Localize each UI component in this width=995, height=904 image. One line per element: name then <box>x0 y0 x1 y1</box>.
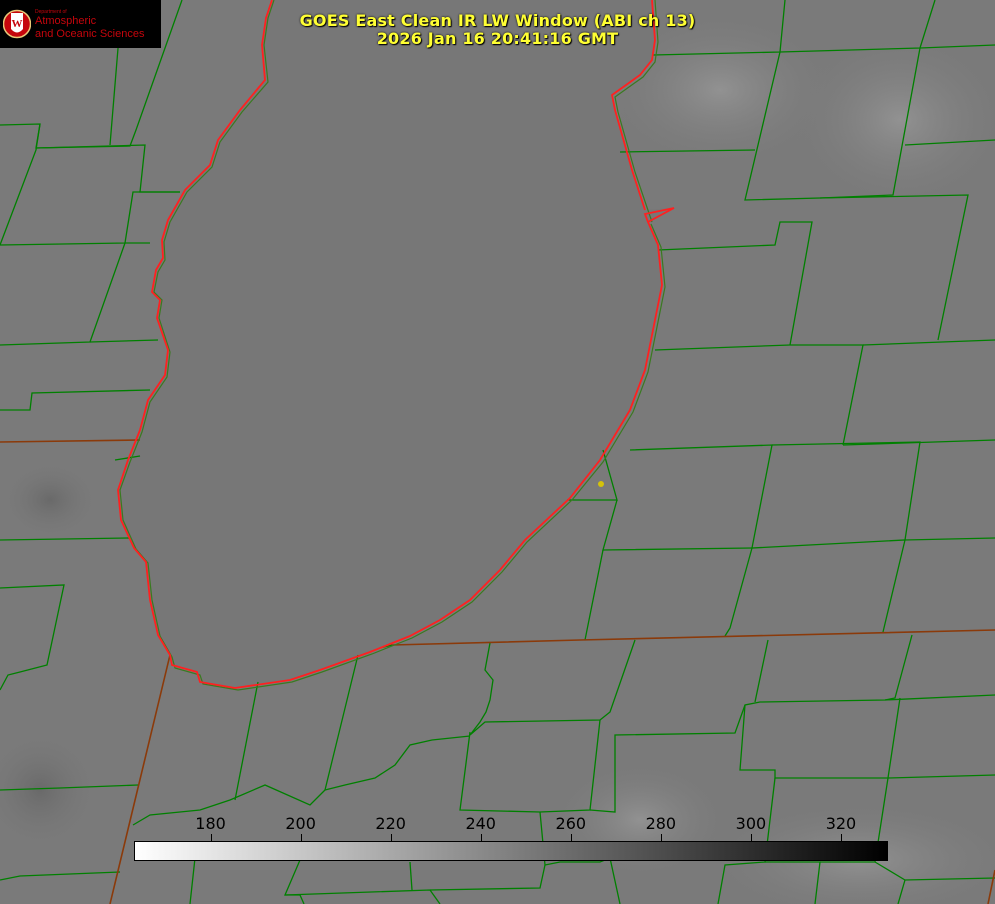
image-timestamp: 2026 Jan 16 20:41:16 GMT <box>376 29 619 48</box>
image-title: GOES East Clean IR LW Window (ABI ch 13) <box>299 11 696 30</box>
colorbar-tick-label: 220 <box>375 814 406 833</box>
colorbar-tick-label: 200 <box>285 814 316 833</box>
colorbar-tick-label: 300 <box>735 814 767 833</box>
site-marker <box>598 481 604 487</box>
colorbar-tick-mark <box>390 834 392 842</box>
colorbar-tick-label: 280 <box>645 814 677 833</box>
colorbar-tick-mark <box>750 834 752 842</box>
colorbar-tick-label: 320 <box>825 814 857 833</box>
colorbar-tick-mark <box>570 834 572 842</box>
colorbar-tick-mark <box>300 834 302 842</box>
dark-patch <box>0 460 100 540</box>
satellite-map <box>0 0 995 904</box>
colorbar-gradient <box>134 841 888 861</box>
colorbar-tick-mark <box>660 834 662 842</box>
colorbar-tick-mark <box>840 834 842 842</box>
colorbar: 180 200 220 240 260 280 300 320 <box>133 814 888 862</box>
colorbar-tick-label: 180 <box>195 814 226 833</box>
colorbar-tick-mark <box>210 834 212 842</box>
colorbar-tick-mark <box>480 834 482 842</box>
colorbar-tick-label: 260 <box>555 814 587 833</box>
colorbar-tick-label: 240 <box>465 814 496 833</box>
